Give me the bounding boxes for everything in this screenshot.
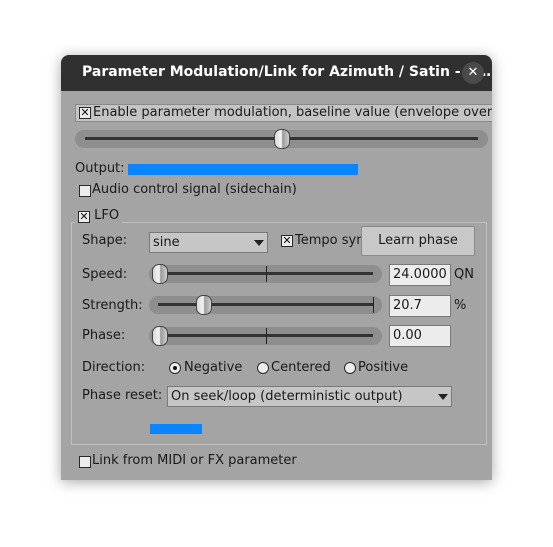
midi-link-label: Link from MIDI or FX parameter [92,453,297,468]
phase-reset-dropdown[interactable]: On seek/loop (deterministic output) [167,386,452,407]
output-label: Output: [75,161,125,176]
shape-value: sine [153,235,180,250]
midi-link-checkbox[interactable] [79,456,91,468]
enable-modulation-row[interactable]: ✕ Enable parameter modulation, baseline … [75,104,492,122]
direction-negative-label: Negative [184,360,243,375]
direction-positive-radio[interactable] [344,362,356,374]
learn-phase-button[interactable]: Learn phase [361,226,475,256]
audio-control-checkbox[interactable] [79,185,91,197]
audio-control-label: Audio control signal (sidechain) [92,182,297,197]
speed-slider[interactable] [149,264,382,284]
phase-value: 0.00 [393,328,422,343]
title-bar[interactable]: Parameter Modulation/Link for Azimuth / … [61,55,492,91]
speed-value: 24.0000 [393,267,447,282]
strength-label: Strength: [82,298,143,313]
strength-value: 20.7 [393,298,422,313]
strength-slider-groove [158,303,373,306]
baseline-slider[interactable] [75,129,488,149]
direction-centered-label: Centered [271,360,331,375]
phase-input[interactable]: 0.00 [389,325,451,347]
strength-slider[interactable] [149,295,382,315]
chevron-down-icon [254,240,264,246]
baseline-slider-knob[interactable] [274,129,290,149]
speed-center-mark [266,266,267,282]
direction-positive-label: Positive [358,360,409,375]
chevron-down-icon [438,394,448,400]
speed-input[interactable]: 24.0000 [389,264,451,286]
direction-label: Direction: [82,360,146,375]
speed-unit: QN [454,267,474,282]
lfo-checkbox[interactable]: ✕ [78,211,90,223]
parameter-modulation-window: Parameter Modulation/Link for Azimuth / … [61,55,492,480]
phase-reset-label: Phase reset: [82,388,163,403]
direction-negative-radio[interactable] [169,362,181,374]
close-icon[interactable]: ✕ [462,62,484,84]
shape-dropdown[interactable]: sine [149,232,268,253]
radio-selected-dot [173,366,177,370]
speed-slider-knob[interactable] [152,264,168,284]
phase-reset-value: On seek/loop (deterministic output) [171,389,403,404]
strength-unit: % [454,298,467,313]
window-title: Parameter Modulation/Link for Azimuth / … [82,64,492,80]
speed-label: Speed: [82,267,128,282]
strength-input[interactable]: 20.7 [389,295,451,317]
tempo-sync-checkbox[interactable]: ✕ [281,235,293,247]
direction-centered-radio[interactable] [257,362,269,374]
lfo-label: LFO [94,208,120,223]
output-level-meter [128,164,358,175]
strength-slider-knob[interactable] [196,295,212,315]
enable-modulation-label: Enable parameter modulation, baseline va… [93,105,492,120]
phase-slider-knob[interactable] [152,326,168,346]
shape-label: Shape: [82,233,128,248]
phase-center-mark [266,328,267,344]
lfo-group-legend[interactable]: ✕ LFO [75,208,123,223]
lfo-output-meter [150,424,202,434]
strength-end-mark [373,297,374,313]
phase-label: Phase: [82,328,126,343]
enable-modulation-checkbox[interactable]: ✕ [79,107,91,119]
phase-slider[interactable] [149,326,382,346]
